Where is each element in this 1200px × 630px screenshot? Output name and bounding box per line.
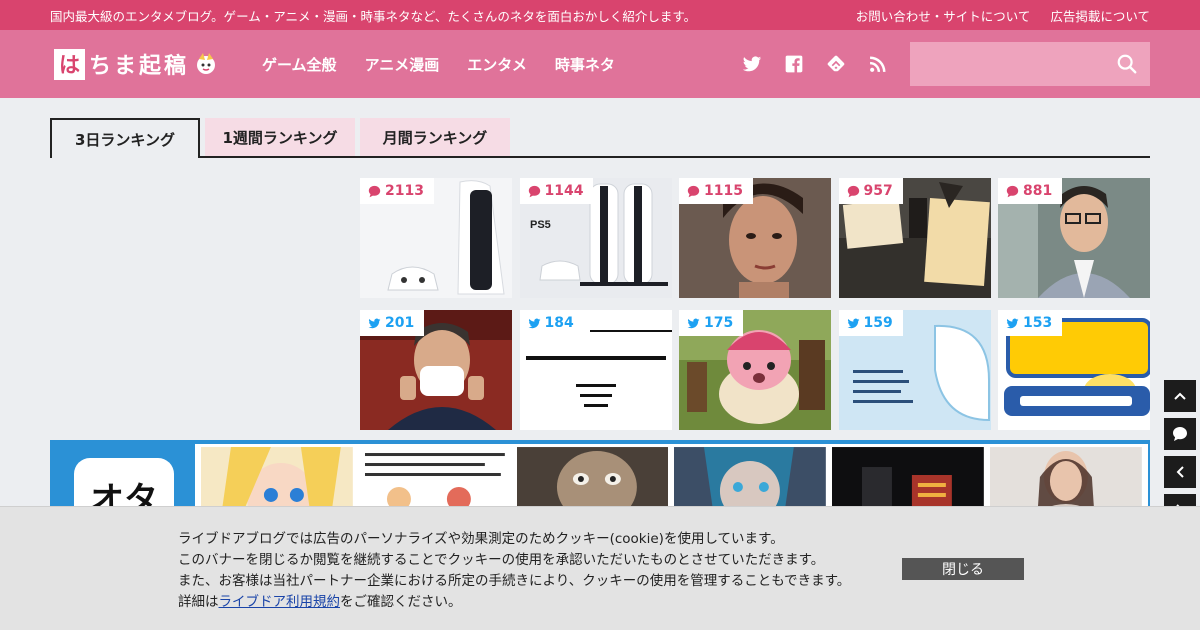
cookie-line: このバナーを閉じるか閲覧を継続することでクッキーの使用を承認いただいたものとさせ… [178, 552, 825, 568]
ranking-card[interactable]: 201 [360, 310, 512, 430]
tab-weekly-ranking[interactable]: 1週間ランキング [205, 118, 355, 156]
top-bar: 国内最大級のエンタメブログ。ゲーム・アニメ・漫画・時事ネタなど、たくさんのネタを… [0, 0, 1200, 30]
comment-count-badge: 881 [998, 178, 1063, 204]
nav-current-events[interactable]: 時事ネタ [555, 54, 615, 75]
ranking-card[interactable]: 2113 [360, 178, 512, 298]
twitter-icon [368, 318, 381, 328]
comment-count: 1115 [704, 183, 743, 199]
comment-count-badge: 1115 [679, 178, 753, 204]
comment-icon [1173, 427, 1187, 441]
site-logo[interactable]: は ちま起稿 [54, 48, 236, 80]
comment-count: 2113 [385, 183, 424, 199]
comment-count-badge: 957 [838, 178, 903, 204]
chevron-left-icon [1176, 466, 1184, 478]
top-links: お問い合わせ・サイトについて 広告掲載について [856, 6, 1150, 25]
search-box [910, 42, 1150, 86]
ranking-card[interactable]: 184 [519, 310, 672, 430]
comment-jump-button[interactable] [1164, 418, 1196, 450]
comment-count-badge: 2113 [360, 178, 434, 204]
tweet-count-badge: 153 [998, 310, 1063, 336]
tweet-count-badge: 201 [360, 310, 425, 336]
svg-text:PS5: PS5 [530, 219, 551, 231]
comment-count: 957 [863, 183, 893, 199]
ranking-card[interactable]: 159 [838, 310, 991, 430]
cookie-detail-prefix: 詳細は [178, 594, 219, 610]
twitter-icon [528, 318, 540, 328]
advertise-link[interactable]: 広告掲載について [1050, 6, 1150, 25]
tweet-count: 184 [544, 315, 574, 331]
cookie-banner: ライブドアブログでは広告のパーソナライズや効果測定のためクッキー(cookie)… [0, 506, 1200, 630]
cookie-line: ライブドアブログでは広告のパーソナライズや効果測定のためクッキー(cookie)… [178, 531, 784, 547]
nav-entertainment[interactable]: エンタメ [467, 54, 527, 75]
tab-3day-ranking[interactable]: 3日ランキング [50, 118, 200, 158]
comment-count: 881 [1023, 183, 1053, 199]
search-icon[interactable] [1116, 53, 1138, 75]
terms-link[interactable]: ライブドア利用規約 [219, 594, 341, 610]
previous-article-button[interactable] [1164, 456, 1196, 488]
comment-icon [1006, 185, 1019, 197]
mascot-icon [193, 51, 219, 77]
tweet-count: 175 [704, 315, 734, 331]
search-input[interactable] [910, 42, 1116, 86]
rss-icon[interactable] [868, 54, 888, 74]
contact-link[interactable]: お問い合わせ・サイトについて [856, 6, 1031, 25]
logo-text: ちま起稿 [89, 54, 190, 79]
ranking-grid: 2113 PS5 1144 1115 957 881 201 184 175 1… [360, 178, 1150, 430]
site-tagline: 国内最大級のエンタメブログ。ゲーム・アニメ・漫画・時事ネタなど、たくさんのネタを… [50, 8, 697, 24]
twitter-icon [847, 318, 859, 328]
ranking-card[interactable]: PS5 1144 [519, 178, 672, 298]
ranking-card[interactable]: 1115 [679, 178, 831, 298]
site-header: は ちま起稿 ゲーム全般 アニメ漫画 エンタメ 時事ネタ [0, 30, 1200, 98]
tweet-count: 159 [863, 315, 893, 331]
ranking-card[interactable]: 175 [679, 310, 831, 430]
feedly-icon[interactable] [826, 54, 846, 74]
comment-icon [847, 185, 859, 197]
tweet-count-badge: 159 [838, 310, 903, 336]
nav-anime-manga[interactable]: アニメ漫画 [365, 54, 440, 75]
comment-icon [368, 185, 381, 197]
cookie-message: ライブドアブログでは広告のパーソナライズや効果測定のためクッキー(cookie)… [178, 529, 850, 613]
ranking-card[interactable]: 153 [998, 310, 1150, 430]
comment-icon [687, 185, 700, 197]
logo-mark: は [54, 48, 85, 80]
twitter-icon [1006, 318, 1019, 328]
ranking-card[interactable]: 957 [838, 178, 991, 298]
comment-icon [528, 185, 540, 197]
ranking-card[interactable]: 881 [998, 178, 1150, 298]
tab-monthly-ranking[interactable]: 月間ランキング [360, 118, 510, 156]
cookie-line: また、お客様は当社パートナー企業における所定の手続きにより、クッキーの使用を管理… [178, 573, 851, 589]
scroll-top-button[interactable] [1164, 380, 1196, 412]
twitter-icon [687, 318, 700, 328]
comment-count-badge: 1144 [519, 178, 594, 204]
facebook-icon[interactable] [784, 54, 804, 74]
main-nav: ゲーム全般 アニメ漫画 エンタメ 時事ネタ [262, 54, 615, 75]
comment-count: 1144 [544, 183, 584, 199]
cookie-line: 詳細はライブドア利用規約をご確認ください。 [178, 592, 850, 613]
tweet-count: 153 [1023, 315, 1053, 331]
social-links [742, 54, 888, 74]
cookie-close-button[interactable]: 閉じる [902, 558, 1024, 580]
cookie-detail-suffix: をご確認ください。 [340, 594, 462, 610]
nav-games[interactable]: ゲーム全般 [262, 54, 337, 75]
twitter-icon[interactable] [742, 54, 762, 74]
tweet-count: 201 [385, 315, 415, 331]
chevron-up-icon [1174, 392, 1186, 400]
ranking-tabs: 3日ランキング 1週間ランキング 月間ランキング [50, 118, 1150, 158]
tweet-count-badge: 175 [679, 310, 744, 336]
tweet-count-badge: 184 [519, 310, 584, 336]
